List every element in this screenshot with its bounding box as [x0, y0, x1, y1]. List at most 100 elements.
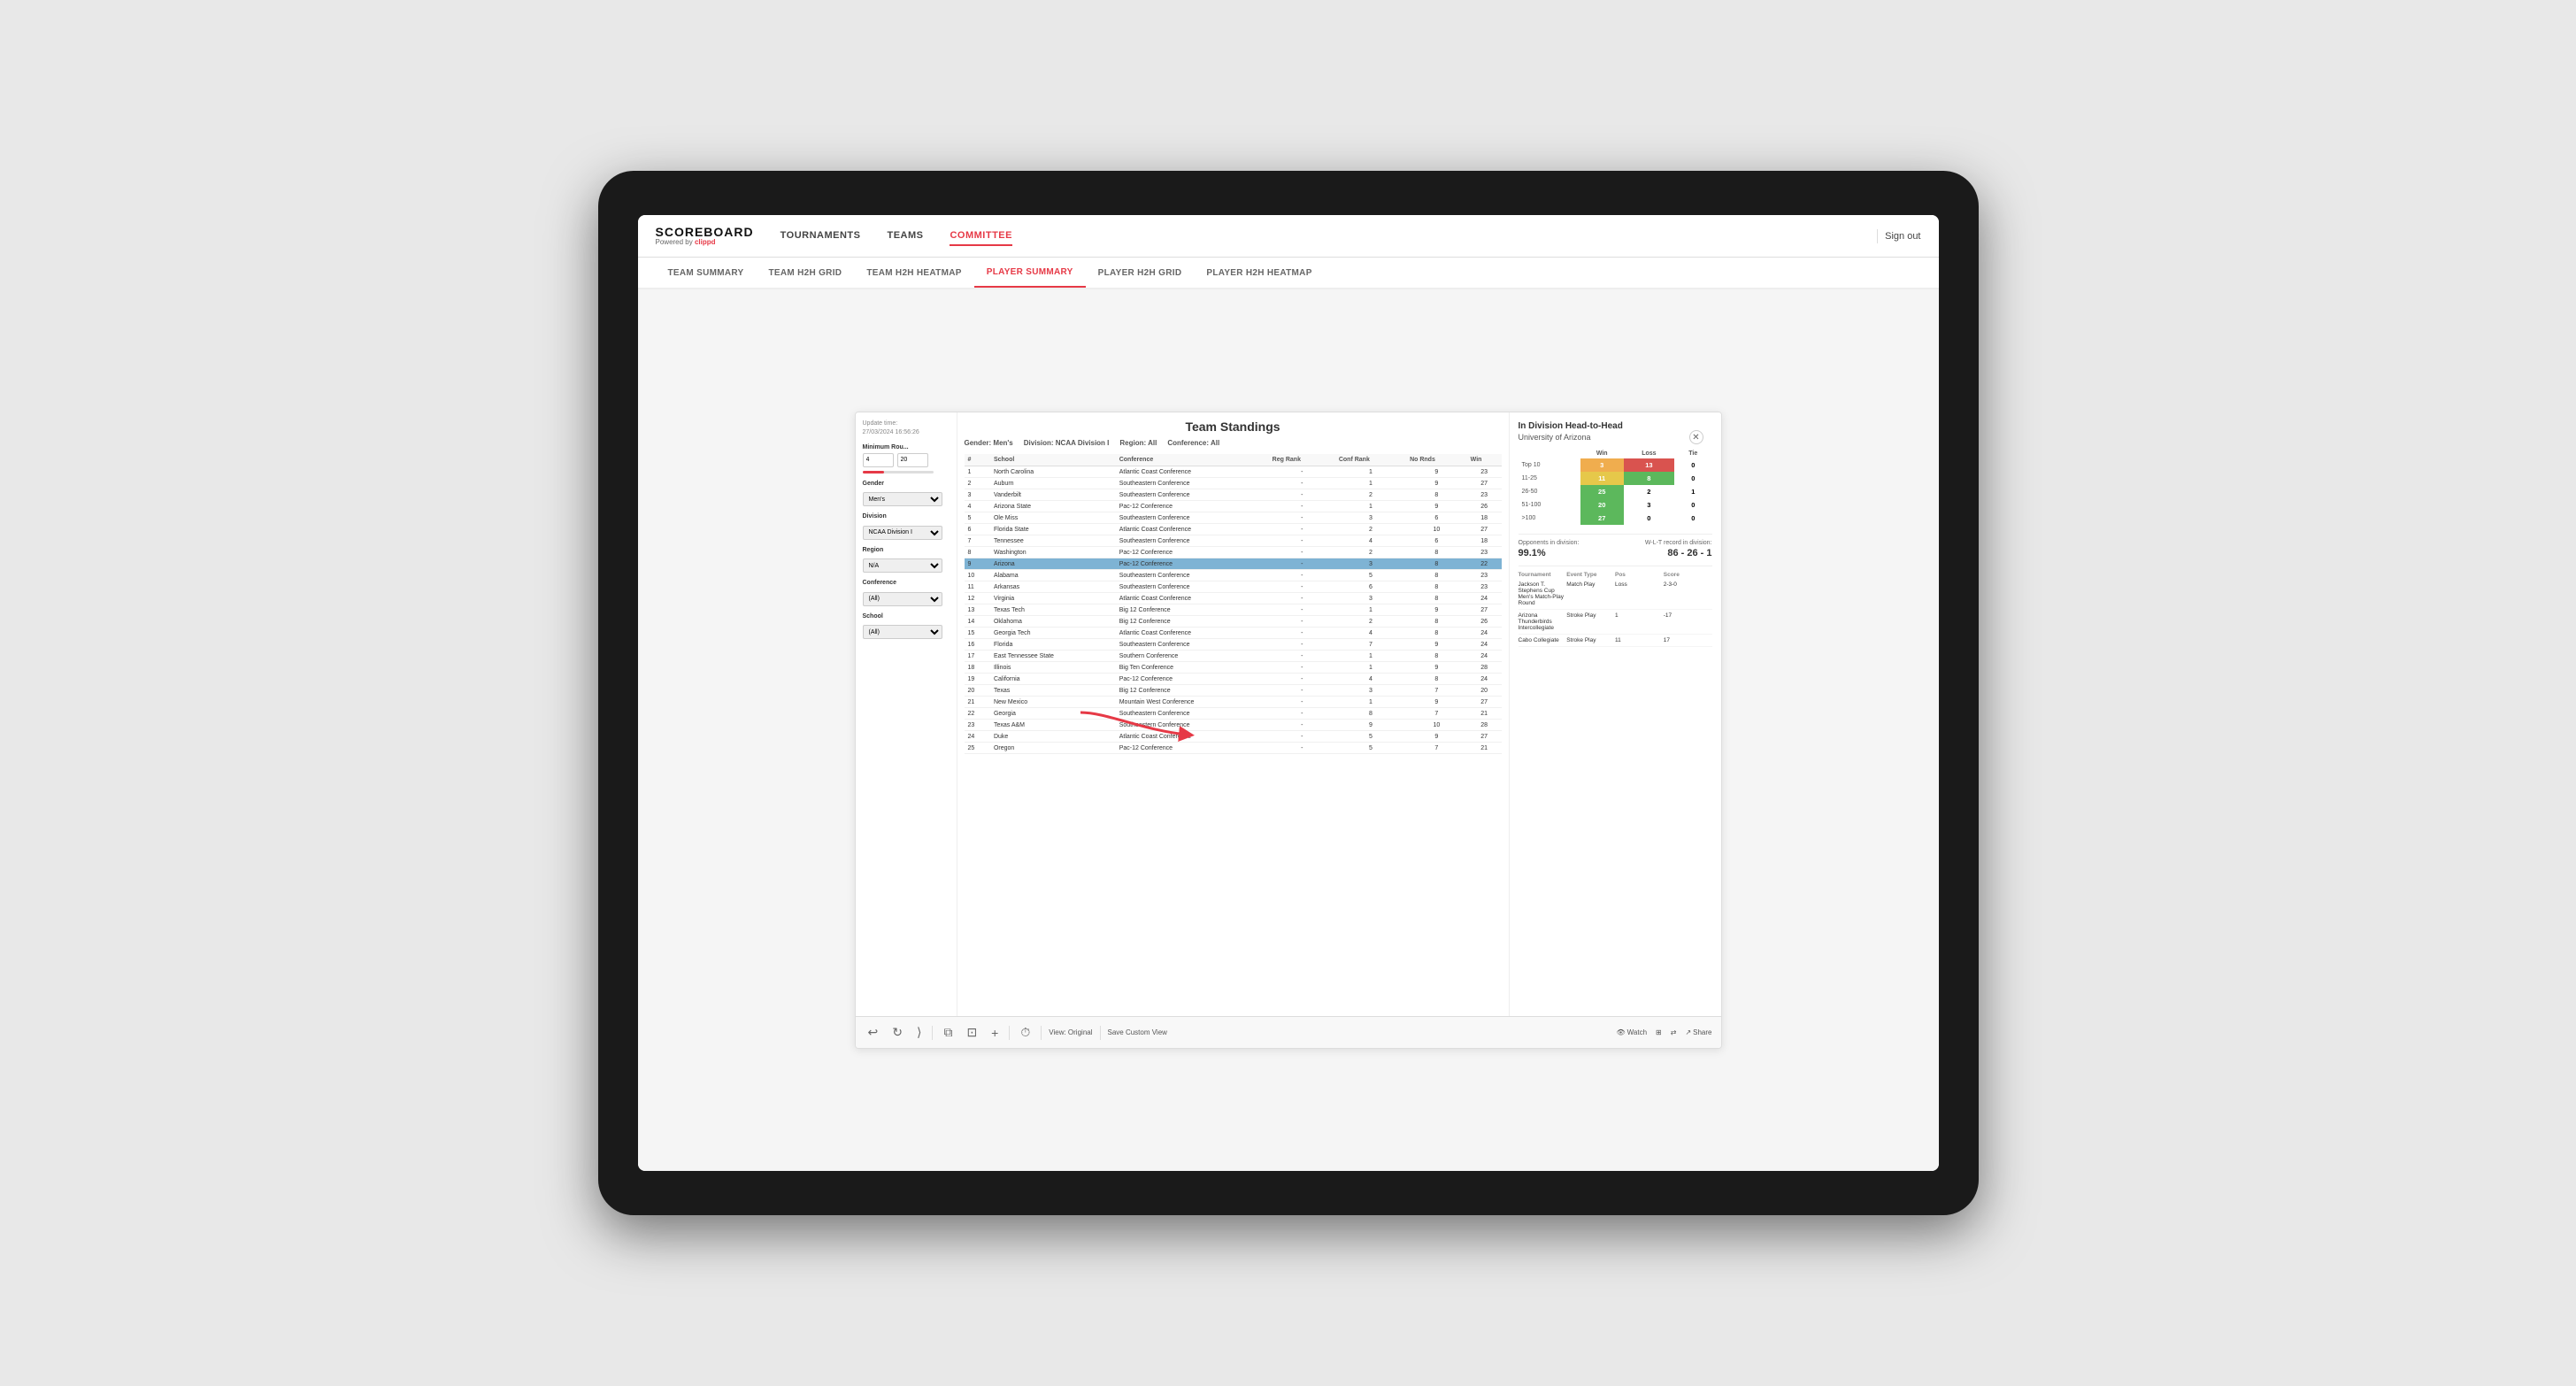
- table-row[interactable]: 2 Auburn Southeastern Conference - 1 9 2…: [965, 478, 1502, 489]
- cell-reg-rank: -: [1269, 535, 1335, 547]
- compare-btn[interactable]: ⇄: [1671, 1028, 1677, 1036]
- h2h-tie: 1: [1674, 485, 1711, 498]
- tab-player-summary[interactable]: PLAYER SUMMARY: [974, 258, 1086, 288]
- cell-no-rnds: 8: [1406, 674, 1467, 685]
- t-name: Jackson T. Stephens Cup Men's Match-Play…: [1519, 581, 1567, 606]
- cell-no-rnds: 7: [1406, 708, 1467, 720]
- table-row[interactable]: 21 New Mexico Mountain West Conference -…: [965, 697, 1502, 708]
- table-row[interactable]: 17 East Tennessee State Southern Confere…: [965, 651, 1502, 662]
- cell-school: Texas: [990, 685, 1116, 697]
- division-select[interactable]: NCAA Division I: [863, 526, 942, 540]
- nav-teams[interactable]: TEAMS: [887, 227, 923, 246]
- table-row[interactable]: 6 Florida State Atlantic Coast Conferenc…: [965, 524, 1502, 535]
- table-row[interactable]: 10 Alabama Southeastern Conference - 5 8…: [965, 570, 1502, 581]
- cell-school: Auburn: [990, 478, 1116, 489]
- h2h-label: Top 10: [1519, 458, 1580, 472]
- add-button[interactable]: +: [988, 1024, 1002, 1042]
- table-row[interactable]: 8 Washington Pac-12 Conference - 2 8 23: [965, 547, 1502, 558]
- opponents-label: Opponents in division:: [1519, 540, 1580, 546]
- redo-button[interactable]: ↻: [888, 1023, 906, 1042]
- nav-tournaments[interactable]: TOURNAMENTS: [780, 227, 861, 246]
- table-row[interactable]: 13 Texas Tech Big 12 Conference - 1 9 27: [965, 604, 1502, 616]
- tab-team-h2h-grid[interactable]: TEAM H2H GRID: [757, 258, 855, 288]
- table-row[interactable]: 19 California Pac-12 Conference - 4 8 24: [965, 674, 1502, 685]
- cell-conference: Southeastern Conference: [1116, 570, 1269, 581]
- cell-reg-rank: -: [1269, 628, 1335, 639]
- paste-button[interactable]: ⊡: [963, 1023, 980, 1042]
- table-row[interactable]: 18 Illinois Big Ten Conference - 1 9 28: [965, 662, 1502, 674]
- cell-conference: Atlantic Coast Conference: [1116, 524, 1269, 535]
- table-row[interactable]: 7 Tennessee Southeastern Conference - 4 …: [965, 535, 1502, 547]
- save-custom-btn[interactable]: Save Custom View: [1108, 1028, 1167, 1036]
- table-row[interactable]: 20 Texas Big 12 Conference - 3 7 20: [965, 685, 1502, 697]
- table-row[interactable]: 3 Vanderbilt Southeastern Conference - 2…: [965, 489, 1502, 501]
- share-btn[interactable]: ↗ Share: [1685, 1028, 1711, 1036]
- cell-conference: Southeastern Conference: [1116, 535, 1269, 547]
- tab-player-h2h-grid[interactable]: PLAYER H2H GRID: [1086, 258, 1195, 288]
- watch-btn[interactable]: 👁 Watch: [1617, 1028, 1648, 1036]
- cell-school: Arizona State: [990, 501, 1116, 512]
- cell-no-rnds: 8: [1406, 558, 1467, 570]
- copy-button[interactable]: ⧉: [940, 1023, 956, 1042]
- t-type: Stroke Play: [1566, 612, 1615, 631]
- table-row[interactable]: 15 Georgia Tech Atlantic Coast Conferenc…: [965, 628, 1502, 639]
- nav-committee[interactable]: COMMITTEE: [950, 227, 1012, 246]
- cell-conf-rank: 1: [1335, 501, 1406, 512]
- table-row[interactable]: 9 Arizona Pac-12 Conference - 3 8 22: [965, 558, 1502, 570]
- cell-win: 21: [1467, 743, 1502, 754]
- toolbar-divider-2: [1009, 1026, 1010, 1040]
- cell-num: 5: [965, 512, 990, 524]
- cell-reg-rank: -: [1269, 639, 1335, 651]
- table-row[interactable]: 14 Oklahoma Big 12 Conference - 2 8 26: [965, 616, 1502, 628]
- table-row[interactable]: 16 Florida Southeastern Conference - 7 9…: [965, 639, 1502, 651]
- cell-conference: Mountain West Conference: [1116, 697, 1269, 708]
- tab-team-h2h-heatmap[interactable]: TEAM H2H HEATMAP: [854, 258, 973, 288]
- forward-button[interactable]: ⟩: [913, 1023, 925, 1042]
- h2h-title: In Division Head-to-Head: [1519, 421, 1712, 431]
- close-button[interactable]: ✕: [1689, 430, 1703, 444]
- view-original-btn[interactable]: View: Original: [1049, 1028, 1092, 1036]
- school-filter-label: School: [863, 613, 950, 620]
- min-rounds-input[interactable]: [863, 453, 894, 467]
- region-select[interactable]: N/A: [863, 558, 942, 573]
- undo-button[interactable]: ↩: [865, 1023, 882, 1042]
- cell-reg-rank: -: [1269, 651, 1335, 662]
- school-select[interactable]: (All): [863, 625, 942, 639]
- table-row[interactable]: 12 Virginia Atlantic Coast Conference - …: [965, 593, 1502, 604]
- cell-num: 12: [965, 593, 990, 604]
- clock-button[interactable]: ⏱: [1017, 1023, 1034, 1042]
- table-area: Team Standings Gender: Men's Division: N…: [957, 412, 1509, 1016]
- tab-player-h2h-heatmap[interactable]: PLAYER H2H HEATMAP: [1194, 258, 1324, 288]
- opponents-value: 99.1%: [1519, 548, 1546, 558]
- table-row[interactable]: 22 Georgia Southeastern Conference - 8 7…: [965, 708, 1502, 720]
- sign-out-button[interactable]: Sign out: [1885, 231, 1920, 242]
- cell-no-rnds: 9: [1406, 501, 1467, 512]
- grid-btn[interactable]: ⊞: [1656, 1028, 1662, 1036]
- cell-no-rnds: 7: [1406, 743, 1467, 754]
- table-row[interactable]: 11 Arkansas Southeastern Conference - 6 …: [965, 581, 1502, 593]
- cell-win: 22: [1467, 558, 1502, 570]
- cell-conference: Big Ten Conference: [1116, 662, 1269, 674]
- gender-select[interactable]: Men's: [863, 492, 942, 506]
- table-row[interactable]: 1 North Carolina Atlantic Coast Conferen…: [965, 466, 1502, 478]
- table-row[interactable]: 4 Arizona State Pac-12 Conference - 1 9 …: [965, 501, 1502, 512]
- cell-conf-rank: 3: [1335, 685, 1406, 697]
- table-row[interactable]: 23 Texas A&M Southeastern Conference - 9…: [965, 720, 1502, 731]
- conference-select[interactable]: (All): [863, 592, 942, 606]
- cell-school: California: [990, 674, 1116, 685]
- table-row[interactable]: 25 Oregon Pac-12 Conference - 5 7 21: [965, 743, 1502, 754]
- rounds-slider[interactable]: [863, 471, 934, 474]
- cell-reg-rank: -: [1269, 581, 1335, 593]
- gender-filter-label: Gender: [863, 481, 950, 487]
- table-row[interactable]: 5 Ole Miss Southeastern Conference - 3 6…: [965, 512, 1502, 524]
- cell-no-rnds: 6: [1406, 535, 1467, 547]
- h2h-label: 51-100: [1519, 498, 1580, 512]
- opponents-section: Opponents in division: W-L-T record in d…: [1519, 534, 1712, 558]
- h2h-win: 3: [1580, 458, 1624, 472]
- table-row[interactable]: 24 Duke Atlantic Coast Conference - 5 9 …: [965, 731, 1502, 743]
- left-panel: Update time: 27/03/2024 16:56:26 Minimum…: [856, 412, 957, 1016]
- cell-num: 22: [965, 708, 990, 720]
- h2h-col-tie: Tie: [1674, 449, 1711, 458]
- tab-team-summary[interactable]: TEAM SUMMARY: [656, 258, 757, 288]
- max-rounds-input[interactable]: [897, 453, 928, 467]
